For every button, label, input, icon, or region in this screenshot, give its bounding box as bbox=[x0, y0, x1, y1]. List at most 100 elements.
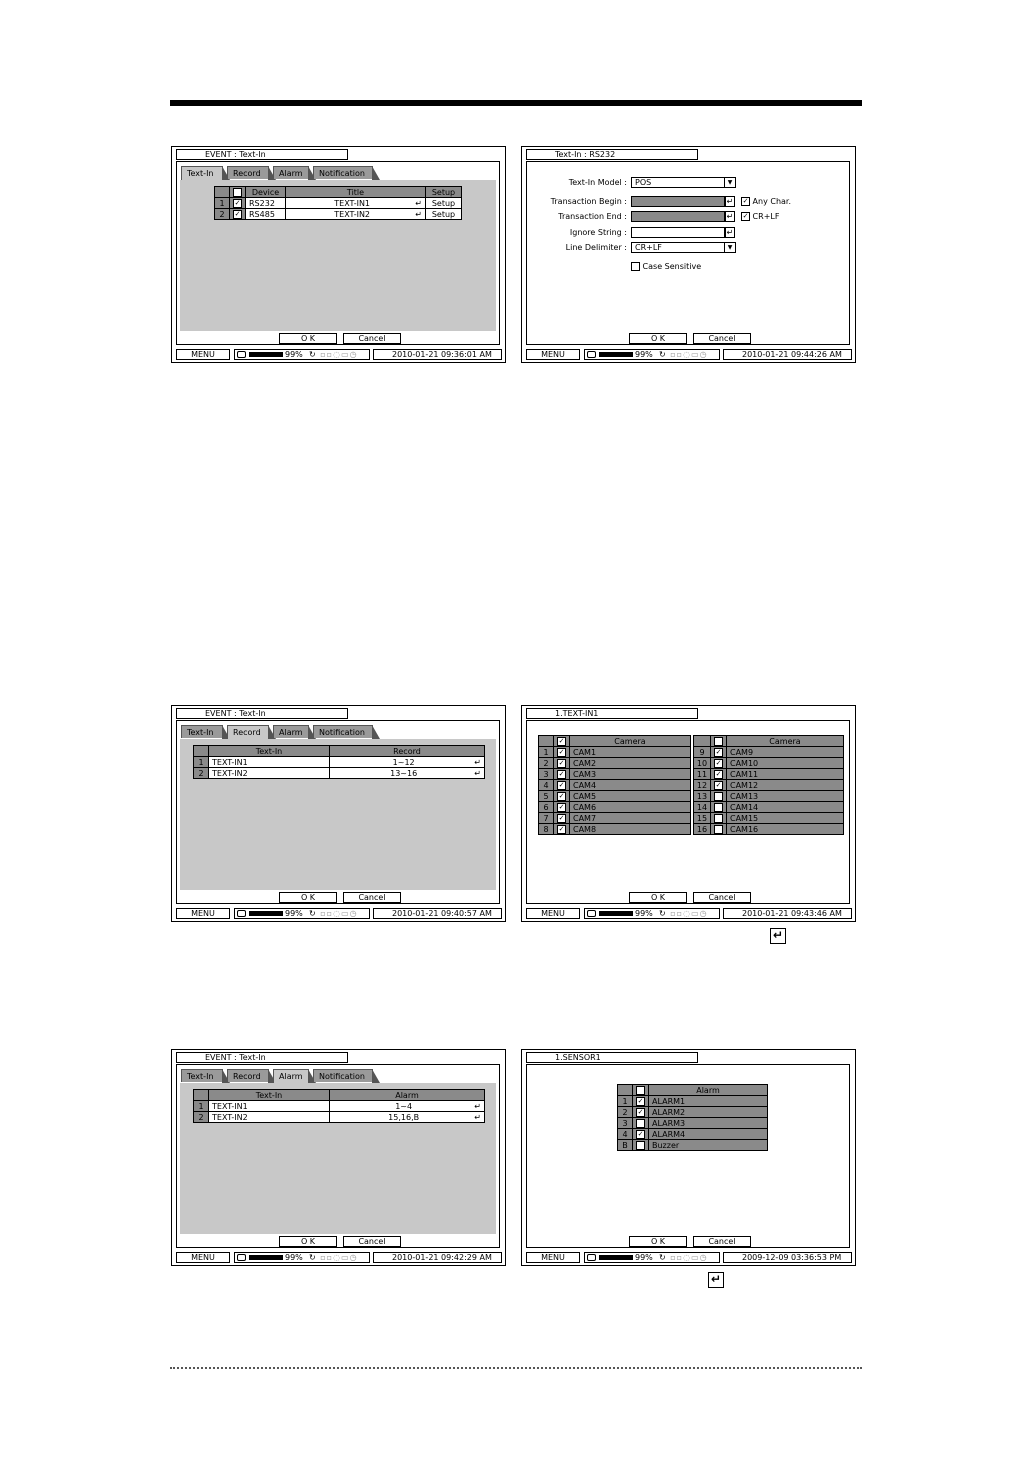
model-select[interactable]: POS ▼ bbox=[631, 177, 736, 188]
row-checkbox[interactable]: ✓ bbox=[710, 757, 727, 769]
cancel-button[interactable]: Cancel bbox=[343, 1236, 401, 1247]
row-checkbox[interactable]: ✓ bbox=[710, 779, 727, 791]
tab-text-in[interactable]: Text-In bbox=[181, 725, 230, 739]
list-row[interactable]: 6 ✓ CAM6 bbox=[538, 801, 691, 813]
row-checkbox[interactable] bbox=[710, 823, 727, 835]
ignore-field[interactable] bbox=[631, 227, 725, 238]
list-row[interactable]: 4 ✓ ALARM4 bbox=[617, 1128, 768, 1140]
menu-button[interactable]: MENU bbox=[176, 349, 230, 360]
cancel-button[interactable]: Cancel bbox=[693, 1236, 751, 1247]
tab-notification[interactable]: Notification bbox=[313, 725, 380, 739]
ok-button[interactable]: O K bbox=[279, 1236, 337, 1247]
list-row[interactable]: 10 ✓ CAM10 bbox=[693, 757, 844, 769]
tab-alarm[interactable]: Alarm bbox=[273, 1069, 316, 1083]
list-row[interactable]: 1 ✓ ALARM1 bbox=[617, 1095, 768, 1107]
list-row[interactable]: 11 ✓ CAM11 bbox=[693, 768, 844, 780]
list-row[interactable]: 14 CAM14 bbox=[693, 801, 844, 813]
ok-button[interactable]: O K bbox=[629, 333, 687, 344]
device-cell[interactable]: RS485 bbox=[245, 208, 286, 220]
ok-button[interactable]: O K bbox=[279, 333, 337, 344]
ok-button[interactable]: O K bbox=[629, 892, 687, 903]
list-row[interactable]: 16 CAM16 bbox=[693, 823, 844, 835]
list-row[interactable]: B Buzzer bbox=[617, 1139, 768, 1151]
row-checkbox[interactable]: ✓ bbox=[553, 812, 570, 824]
list-row[interactable]: 3 ALARM3 bbox=[617, 1117, 768, 1129]
cancel-button[interactable]: Cancel bbox=[343, 892, 401, 903]
list-row[interactable]: 15 CAM15 bbox=[693, 812, 844, 824]
row-checkbox[interactable]: ✓ bbox=[710, 746, 727, 758]
enter-icon[interactable]: ↵ bbox=[725, 227, 735, 238]
row-checkbox[interactable] bbox=[632, 1117, 649, 1129]
ok-button[interactable]: O K bbox=[629, 1236, 687, 1247]
tab-alarm[interactable]: Alarm bbox=[273, 725, 316, 739]
title-cell[interactable]: TEXT-IN2 ↵ bbox=[285, 208, 426, 220]
row-checkbox[interactable]: ✓ bbox=[553, 823, 570, 835]
tab-text-in[interactable]: Text-In bbox=[181, 166, 230, 180]
cancel-button[interactable]: Cancel bbox=[693, 333, 751, 344]
cancel-button[interactable]: Cancel bbox=[343, 333, 401, 344]
tab-notification[interactable]: Notification bbox=[313, 166, 380, 180]
header-select-all[interactable]: ✓ bbox=[553, 735, 570, 747]
header-select-all[interactable] bbox=[710, 735, 727, 747]
row-checkbox[interactable]: ✓ bbox=[229, 197, 246, 209]
row-checkbox[interactable] bbox=[710, 790, 727, 802]
tab-notification[interactable]: Notification bbox=[313, 1069, 380, 1083]
menu-button[interactable]: MENU bbox=[526, 908, 580, 919]
header-select-all[interactable] bbox=[229, 186, 246, 198]
list-row[interactable]: 4 ✓ CAM4 bbox=[538, 779, 691, 791]
record-cell[interactable]: 13~16 ↵ bbox=[329, 767, 485, 779]
row-checkbox[interactable]: ✓ bbox=[553, 779, 570, 791]
enter-icon[interactable]: ↵ bbox=[725, 211, 735, 222]
row-checkbox[interactable]: ✓ bbox=[710, 768, 727, 780]
list-row[interactable]: 2 ✓ ALARM2 bbox=[617, 1106, 768, 1118]
setup-button[interactable]: Setup bbox=[425, 197, 462, 209]
row-checkbox[interactable]: ✓ bbox=[553, 790, 570, 802]
row-checkbox[interactable] bbox=[710, 812, 727, 824]
ok-button[interactable]: O K bbox=[279, 892, 337, 903]
device-cell[interactable]: RS232 bbox=[245, 197, 286, 209]
list-row[interactable]: 2 ✓ CAM2 bbox=[538, 757, 691, 769]
case-sensitive-option[interactable]: Case Sensitive bbox=[631, 261, 701, 272]
row-checkbox[interactable]: ✓ bbox=[632, 1128, 649, 1140]
row-checkbox[interactable]: ✓ bbox=[632, 1106, 649, 1118]
any-char-option[interactable]: ✓ Any Char. bbox=[741, 196, 791, 207]
enter-icon[interactable]: ↵ bbox=[725, 196, 735, 207]
list-row[interactable]: 1 ✓ CAM1 bbox=[538, 746, 691, 758]
tab-record[interactable]: Record bbox=[227, 725, 276, 739]
menu-button[interactable]: MENU bbox=[176, 1252, 230, 1263]
alarm-cell[interactable]: 15,16,B ↵ bbox=[329, 1111, 485, 1123]
tab-record[interactable]: Record bbox=[227, 166, 276, 180]
list-row[interactable]: 8 ✓ CAM8 bbox=[538, 823, 691, 835]
list-row[interactable]: 7 ✓ CAM7 bbox=[538, 812, 691, 824]
begin-field[interactable] bbox=[631, 196, 725, 207]
delim-select[interactable]: CR+LF ▼ bbox=[631, 242, 736, 253]
list-row[interactable]: 12 ✓ CAM12 bbox=[693, 779, 844, 791]
end-field[interactable] bbox=[631, 211, 725, 222]
row-checkbox[interactable]: ✓ bbox=[553, 746, 570, 758]
row-checkbox[interactable] bbox=[710, 801, 727, 813]
row-checkbox[interactable]: ✓ bbox=[229, 208, 246, 220]
crlf-option[interactable]: ✓ CR+LF bbox=[741, 211, 779, 222]
alarm-cell[interactable]: 1~4 ↵ bbox=[329, 1100, 485, 1112]
menu-button[interactable]: MENU bbox=[526, 1252, 580, 1263]
row-checkbox[interactable]: ✓ bbox=[553, 768, 570, 780]
list-row[interactable]: 5 ✓ CAM5 bbox=[538, 790, 691, 802]
row-checkbox[interactable]: ✓ bbox=[632, 1095, 649, 1107]
row-checkbox[interactable]: ✓ bbox=[553, 757, 570, 769]
title-cell[interactable]: TEXT-IN1 ↵ bbox=[285, 197, 426, 209]
setup-button[interactable]: Setup bbox=[425, 208, 462, 220]
row-checkbox[interactable]: ✓ bbox=[553, 801, 570, 813]
header-camera: Camera bbox=[726, 735, 844, 747]
tab-alarm[interactable]: Alarm bbox=[273, 166, 316, 180]
menu-button[interactable]: MENU bbox=[176, 908, 230, 919]
row-checkbox[interactable] bbox=[632, 1139, 649, 1151]
list-row[interactable]: 13 CAM13 bbox=[693, 790, 844, 802]
list-row[interactable]: 3 ✓ CAM3 bbox=[538, 768, 691, 780]
record-cell[interactable]: 1~12 ↵ bbox=[329, 756, 485, 768]
menu-button[interactable]: MENU bbox=[526, 349, 580, 360]
tab-text-in[interactable]: Text-In bbox=[181, 1069, 230, 1083]
cancel-button[interactable]: Cancel bbox=[693, 892, 751, 903]
header-select-all[interactable] bbox=[632, 1084, 649, 1096]
list-row[interactable]: 9 ✓ CAM9 bbox=[693, 746, 844, 758]
tab-record[interactable]: Record bbox=[227, 1069, 276, 1083]
